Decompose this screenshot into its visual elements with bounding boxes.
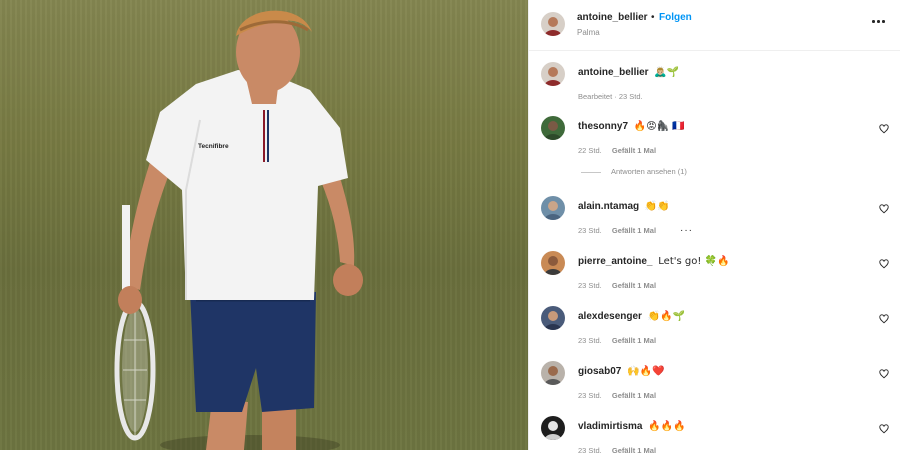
comment-body: 🔥😡🦍 🇫🇷 [633,121,685,132]
comment-likes[interactable]: Gefällt 1 Mal [612,281,656,290]
follow-button[interactable]: Folgen [659,12,692,23]
view-replies-label: Antworten ansehen (1) [611,167,687,176]
comment-text: giosab07 🙌🔥❤️ [578,366,665,377]
comment-row: vladimirtisma 🔥🔥🔥 23 Std. Gefällt 1 Mal [529,416,900,462]
comment-likes[interactable]: Gefällt 1 Mal [612,391,656,400]
comment-row: alexdesenger 👏🔥🌱 23 Std. Gefällt 1 Mal [529,306,900,352]
separator-dot: • [651,12,655,23]
post-photo[interactable]: Tecnifibre [0,0,528,450]
comment-text: vladimirtisma 🔥🔥🔥 [578,421,686,432]
view-replies-button[interactable]: Antworten ansehen (1) [581,167,687,176]
caption-row: antoine_bellier 🙇🏼‍♂️🌱 Bearbeitet · 23 S… [529,62,900,108]
comment-body: 👏👏 [644,201,670,212]
like-heart-icon[interactable] [879,314,889,324]
comment-time[interactable]: 23 Std. [578,391,602,400]
avatar[interactable] [541,416,565,440]
post-location[interactable]: Palma [577,28,600,37]
like-heart-icon[interactable] [879,369,889,379]
comment-username[interactable]: giosab07 [578,366,621,377]
comment-username[interactable]: vladimirtisma [578,421,642,432]
caption-username[interactable]: antoine_bellier [578,67,649,78]
post-author-username[interactable]: antoine_bellier [577,12,648,23]
tennis-player-illustration [0,0,528,450]
comment-text: alexdesenger 👏🔥🌱 [578,311,685,322]
comment-username[interactable]: pierre_antoine_ [578,256,652,267]
comment-time[interactable]: 23 Std. [578,336,602,345]
avatar[interactable] [541,196,565,220]
comment-username[interactable]: alain.ntamag [578,201,639,212]
like-heart-icon[interactable] [879,424,889,434]
comment-likes[interactable]: Gefällt 1 Mal [612,336,656,345]
avatar[interactable] [541,361,565,385]
comment-meta: 22 Std. Gefällt 1 Mal [578,146,656,155]
comment-row: alain.ntamag 👏👏 23 Std. Gefällt 1 Mal ··… [529,196,900,242]
comment-meta: 23 Std. Gefällt 1 Mal [578,391,656,400]
post-header: antoine_bellier • Folgen Palma [529,0,900,51]
comment-meta: 23 Std. Gefällt 1 Mal [578,336,656,345]
comment-row: thesonny7 🔥😡🦍 🇫🇷 22 Std. Gefällt 1 Mal [529,116,900,162]
avatar[interactable] [541,12,565,36]
comment-row: pierre_antoine_ Let's go! 🍀🔥 23 Std. Gef… [529,251,900,297]
comments-panel: antoine_bellier • Folgen Palma antoine_b… [528,0,900,455]
comment-options-icon[interactable]: ··· [680,225,693,236]
replies-divider [581,171,601,173]
avatar[interactable] [541,251,565,275]
comment-time[interactable]: 23 Std. [578,281,602,290]
comment-body: 👏🔥🌱 [647,311,686,322]
comment-time[interactable]: 23 Std. [578,226,602,235]
comment-likes[interactable]: Gefällt 1 Mal [612,446,656,455]
comment-time[interactable]: 22 Std. [578,146,602,155]
avatar[interactable] [541,306,565,330]
comment-text: alain.ntamag 👏👏 [578,201,670,212]
like-heart-icon[interactable] [879,124,889,134]
comment-meta: 23 Std. Gefällt 1 Mal [578,281,656,290]
comment-body: 🙌🔥❤️ [627,366,665,377]
comment-likes[interactable]: Gefällt 1 Mal [612,226,656,235]
comment-body: Let's go! 🍀🔥 [658,256,730,267]
avatar[interactable] [541,62,565,86]
comment-text: pierre_antoine_ Let's go! 🍀🔥 [578,256,729,267]
comment-username[interactable]: alexdesenger [578,311,642,322]
caption-meta: Bearbeitet · 23 Std. [578,92,643,101]
comment-time[interactable]: 23 Std. [578,446,602,455]
comment-likes[interactable]: Gefällt 1 Mal [612,146,656,155]
like-heart-icon[interactable] [879,204,889,214]
like-heart-icon[interactable] [879,259,889,269]
comment-body: 🔥🔥🔥 [648,421,686,432]
avatar[interactable] [541,116,565,140]
caption-text: antoine_bellier 🙇🏼‍♂️🌱 [578,67,679,78]
comment-username[interactable]: thesonny7 [578,121,628,132]
shirt-brand-logo: Tecnifibre [198,143,229,150]
more-options-icon[interactable] [871,14,887,28]
comment-meta: 23 Std. Gefällt 1 Mal [578,446,656,455]
comment-text: thesonny7 🔥😡🦍 🇫🇷 [578,121,685,132]
comment-meta: 23 Std. Gefällt 1 Mal [578,226,656,235]
comment-row: giosab07 🙌🔥❤️ 23 Std. Gefällt 1 Mal [529,361,900,407]
caption-body: 🙇🏼‍♂️🌱 [654,67,680,78]
